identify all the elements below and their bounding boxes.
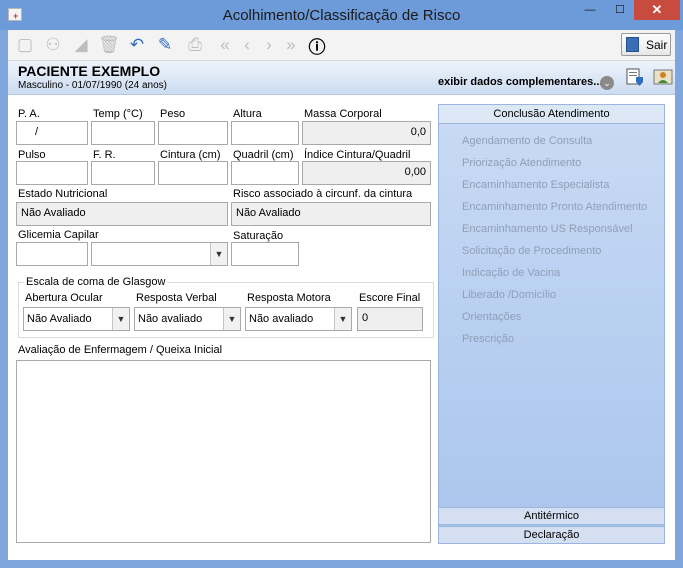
motora-value: Não avaliado [249,313,314,325]
document-shield-icon[interactable] [625,67,645,87]
quadril-input[interactable] [231,161,299,185]
chevron-down-icon: ▼ [112,308,129,330]
title-bar: + Acolhimento/Classificação de Risco — ☐… [0,0,683,30]
peso-input[interactable] [158,121,228,145]
panel-item[interactable]: Indicação de Vacina [462,267,560,279]
ocular-label: Abertura Ocular [25,292,103,304]
pulso-input[interactable] [16,161,88,185]
temp-input[interactable] [91,121,155,145]
patient-info: Masculino - 01/07/1990 (24 anos) [18,80,167,91]
saturacao-label: Saturação [233,230,284,242]
risco-field: Não Avaliado [231,202,431,226]
panel-item[interactable]: Priorização Atendimento [462,157,581,169]
toolbar: ▢ ⚇ ◢ 🗑 ↶ ✎ ⎙ « ‹ › » ⓘ Sair [8,30,675,61]
glicemia-label: Glicemia Capilar [18,229,99,241]
close-button[interactable]: ✕ [634,0,680,20]
tab-antitermico[interactable]: Antitérmico [438,507,665,525]
previous-record-icon[interactable]: ‹ [236,34,258,56]
binoculars-icon[interactable]: ⚇ [42,34,64,56]
verbal-select[interactable]: Não avaliado ▼ [134,307,241,331]
next-record-icon[interactable]: › [258,34,280,56]
temp-label: Temp (°C) [93,108,143,120]
risco-label: Risco associado à circunf. da cintura [233,188,413,200]
motora-select[interactable]: Não avaliado ▼ [245,307,352,331]
chevron-down-icon[interactable]: ⌄ [600,76,614,90]
panel-item[interactable]: Encaminhamento Especialista [462,179,609,191]
first-record-icon[interactable]: « [214,34,236,56]
avaliacao-textarea[interactable] [16,360,431,543]
new-icon[interactable]: ▢ [14,34,36,56]
trash-icon[interactable]: 🗑 [98,34,120,56]
exit-button[interactable]: Sair [621,33,671,56]
verbal-value: Não avaliado [138,313,203,325]
panel-item[interactable]: Encaminhamento Pronto Atendimento [462,201,647,213]
chevron-down-icon: ▼ [210,243,227,265]
conclusion-header[interactable]: Conclusão Atendimento [439,105,664,124]
help-icon[interactable]: ⓘ [306,34,328,57]
fr-input[interactable] [91,161,155,185]
fr-label: F. R. [93,149,116,161]
chevron-down-icon: ▼ [334,308,351,330]
peso-label: Peso [160,108,186,120]
panel-item[interactable]: Solicitação de Procedimento [462,245,601,257]
edit-icon[interactable]: ✎ [154,34,176,56]
app-window: + Acolhimento/Classificação de Risco — ☐… [0,0,683,568]
altura-input[interactable] [231,121,299,145]
tab-declaracao[interactable]: Declaração [438,526,665,544]
pulso-label: Pulso [18,149,46,161]
eraser-icon[interactable]: ◢ [70,34,92,56]
client-area: ▢ ⚇ ◢ 🗑 ↶ ✎ ⎙ « ‹ › » ⓘ Sair PACIENTE EX… [8,30,675,560]
chevron-down-icon: ▼ [223,308,240,330]
exit-label: Sair [646,38,668,52]
maximize-button[interactable]: ☐ [605,0,635,20]
ocular-select[interactable]: Não Avaliado ▼ [23,307,130,331]
conclusion-panel: Conclusão Atendimento Agendamento de Con… [438,104,665,544]
avaliacao-label: Avaliação de Enfermagem / Queixa Inicial [18,344,223,356]
saturacao-input[interactable] [231,242,299,266]
patient-header: PACIENTE EXEMPLO Masculino - 01/07/1990 … [8,61,675,95]
altura-label: Altura [233,108,262,120]
glicemia-input[interactable] [16,242,88,266]
imc-field: 0,0 [302,121,431,145]
last-record-icon[interactable]: » [280,34,302,56]
cintura-label: Cintura (cm) [160,149,221,161]
imc-label: Massa Corporal [304,108,382,120]
patient-card-icon[interactable] [653,67,673,87]
cintura-input[interactable] [158,161,228,185]
patient-name: PACIENTE EXEMPLO [18,63,161,79]
panel-item[interactable]: Prescrição [462,333,514,345]
panel-item[interactable]: Agendamento de Consulta [462,135,592,147]
exit-door-icon [626,37,639,52]
pa-input[interactable]: / [16,121,88,145]
verbal-label: Resposta Verbal [136,292,217,304]
glicemia-select[interactable]: ▼ [91,242,228,266]
nutri-label: Estado Nutricional [18,188,108,200]
escore-field: 0 [357,307,423,331]
ocular-value: Não Avaliado [27,313,92,325]
icq-label: Índice Cintura/Quadril [304,149,411,161]
show-more-link[interactable]: exibir dados complementares... [438,76,602,88]
glasgow-title: Escala de coma de Glasgow [24,276,168,288]
minimize-button[interactable]: — [575,0,605,20]
panel-item[interactable]: Orientações [462,311,521,323]
quadril-label: Quadril (cm) [233,149,294,161]
panel-item[interactable]: Encaminhamento US Responsável [462,223,633,235]
panel-item[interactable]: Liberado /Domicílio [462,289,556,301]
motora-label: Resposta Motora [247,292,331,304]
nutri-field: Não Avaliado [16,202,228,226]
pa-label: P. A. [18,108,40,120]
undo-icon[interactable]: ↶ [126,34,148,56]
icq-field: 0,00 [302,161,431,185]
escore-label: Escore Final [359,292,421,304]
print-icon[interactable]: ⎙ [184,34,206,56]
